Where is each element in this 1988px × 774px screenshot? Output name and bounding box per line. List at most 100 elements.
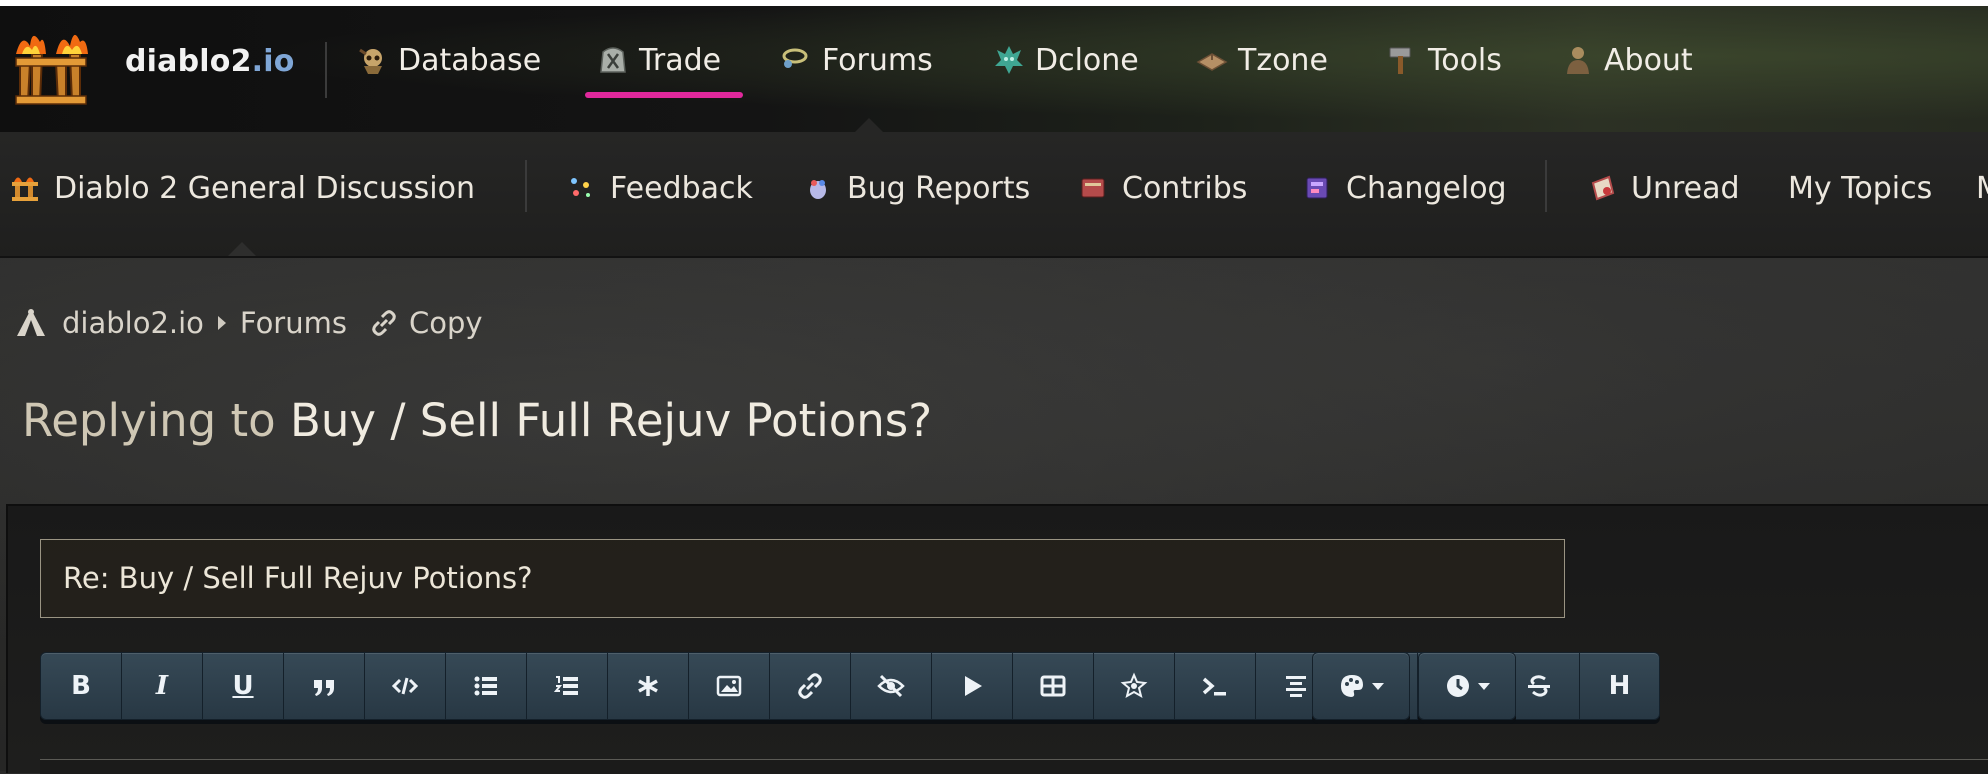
brand-domain: .io <box>251 44 295 79</box>
nav-pointer <box>855 118 883 132</box>
home-icon[interactable] <box>12 306 50 340</box>
subnav-general-discussion[interactable]: Diablo 2 General Discussion <box>10 168 475 208</box>
diablo2-logo-icon[interactable] <box>10 24 94 106</box>
terminal-icon <box>1202 677 1226 696</box>
bold-button[interactable]: B <box>40 652 121 720</box>
link-icon <box>798 673 822 699</box>
quote-icon <box>314 680 334 696</box>
breadcrumb-copy[interactable]: Copy <box>409 306 483 340</box>
quote-button[interactable] <box>283 652 364 720</box>
page-title-topic[interactable]: Buy / Sell Full Rejuv Potions? <box>290 394 932 447</box>
item-button[interactable] <box>1093 652 1174 720</box>
subnav-changelog[interactable]: Changelog <box>1302 168 1507 208</box>
nav-dclone[interactable]: Dclone <box>993 40 1139 80</box>
table-button[interactable] <box>1012 652 1093 720</box>
page-title-prefix: Replying to <box>22 394 276 447</box>
forum-subnavigation: Diablo 2 General Discussion Feedback Bug… <box>0 132 1988 258</box>
strikethrough-icon <box>1528 675 1550 697</box>
bold-icon: B <box>71 671 91 701</box>
nav-tools[interactable]: Tools <box>1386 40 1502 80</box>
nav-tzone[interactable]: Tzone <box>1196 40 1328 80</box>
clock-dropdown-button[interactable] <box>1418 652 1516 720</box>
nav-label: Database <box>398 42 542 78</box>
nav-database[interactable]: Database <box>356 40 541 80</box>
subnav-contribs[interactable]: Contribs <box>1078 168 1247 208</box>
subnav-feedback[interactable]: Feedback <box>566 168 753 208</box>
bullet-list-button[interactable] <box>445 652 526 720</box>
nav-trade[interactable]: Trade <box>597 40 721 80</box>
page-title: Replying to Buy / Sell Full Rejuv Potion… <box>22 394 932 447</box>
hammer-icon <box>1389 47 1411 74</box>
subnav-label: Diablo 2 General Discussion <box>54 170 476 206</box>
terminal-button[interactable] <box>1174 652 1255 720</box>
eye-slash-icon <box>877 674 905 698</box>
play-icon <box>965 676 982 696</box>
link-button[interactable] <box>769 652 850 720</box>
code-icon <box>391 677 419 695</box>
subnav-overflow-item[interactable]: M <box>1976 168 1988 208</box>
skull-icon <box>359 48 382 74</box>
tome-icon <box>1306 177 1328 199</box>
subnav-label: Changelog <box>1346 170 1507 206</box>
nav-label: Tzone <box>1238 42 1328 78</box>
subnav-bug-reports[interactable]: Bug Reports <box>803 168 1030 208</box>
numbered-list-button[interactable] <box>526 652 607 720</box>
subnav-label: My Topics <box>1788 170 1933 206</box>
active-nav-underline <box>585 92 743 98</box>
logo-small-icon <box>12 177 38 201</box>
nav-label: Trade <box>639 42 722 78</box>
subject-input[interactable]: Re: Buy / Sell Full Rejuv Potions? <box>40 539 1565 618</box>
clock-icon <box>1447 675 1469 697</box>
map-icon <box>1196 53 1228 71</box>
heading-icon: H <box>1608 671 1631 701</box>
caret-down-icon <box>1478 682 1490 690</box>
breadcrumb-home[interactable]: diablo2.io <box>62 306 204 340</box>
book-icon <box>1081 178 1105 198</box>
caret-down-icon <box>1372 682 1384 690</box>
color-palette-icon <box>1341 675 1363 697</box>
subnav-overflow-label: M <box>1976 171 1988 206</box>
nav-about[interactable]: About <box>1562 40 1693 80</box>
asterisk-icon <box>638 676 658 696</box>
character-icon <box>1567 47 1589 74</box>
color-dropdown-button[interactable] <box>1312 652 1410 720</box>
subnav-pointer <box>228 242 256 256</box>
nav-label: Forums <box>822 42 933 78</box>
underline-button[interactable]: U <box>202 652 283 720</box>
italic-button[interactable]: I <box>121 652 202 720</box>
editor-toolbar: B I U H <box>40 652 1660 720</box>
scroll-icon <box>1591 175 1615 201</box>
underline-icon: U <box>232 671 254 701</box>
video-button[interactable] <box>931 652 1012 720</box>
message-editor[interactable] <box>40 759 1988 774</box>
nav-label: Dclone <box>1035 42 1139 78</box>
subnav-unread[interactable]: Unread <box>1587 168 1740 208</box>
spoiler-button[interactable] <box>850 652 931 720</box>
brand-name: diablo2 <box>125 44 252 79</box>
rune-stone-icon <box>600 47 626 73</box>
link-icon[interactable] <box>369 308 399 338</box>
italic-icon: I <box>155 671 169 701</box>
amulet-icon <box>782 48 808 68</box>
main-content: diablo2.io Forums Copy Replying to Buy /… <box>0 258 1988 774</box>
subnav-label: Feedback <box>610 170 753 206</box>
nav-forums[interactable]: Forums <box>780 40 933 80</box>
subnav-my-topics[interactable]: My Topics <box>1788 168 1932 208</box>
center-align-icon <box>1286 676 1306 697</box>
image-button[interactable] <box>688 652 769 720</box>
list-item-button[interactable] <box>607 652 688 720</box>
item-icon <box>1120 672 1148 699</box>
subnav-divider <box>1545 160 1547 212</box>
nav-label: Tools <box>1428 42 1502 78</box>
subnav-label: Contribs <box>1122 170 1248 206</box>
code-button[interactable] <box>364 652 445 720</box>
nav-divider <box>325 42 327 98</box>
heading-button[interactable]: H <box>1579 652 1660 720</box>
breadcrumb-forums[interactable]: Forums <box>240 306 347 340</box>
numbered-list-icon <box>553 676 578 695</box>
nav-label: About <box>1604 42 1693 78</box>
table-icon <box>1040 675 1066 697</box>
site-brand[interactable]: diablo2.io <box>125 44 295 79</box>
demon-head-icon <box>995 46 1023 74</box>
breadcrumb: diablo2.io Forums Copy <box>12 303 483 343</box>
